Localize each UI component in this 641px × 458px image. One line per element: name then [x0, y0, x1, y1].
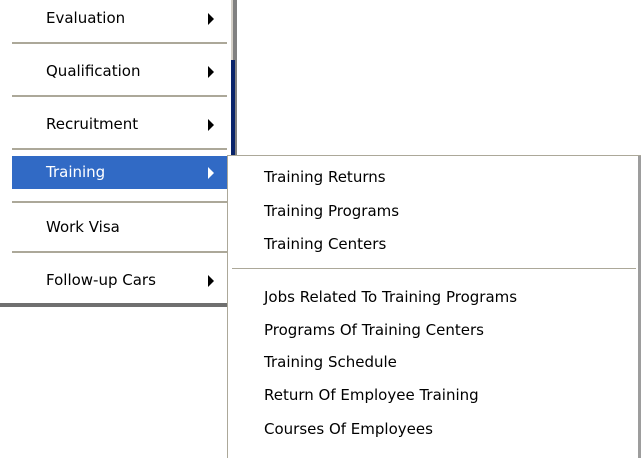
menu-item-label: Training: [46, 163, 106, 181]
chevron-right-icon: [208, 275, 214, 287]
chevron-right-icon: [208, 167, 214, 179]
menu-item-label: Evaluation: [46, 9, 126, 27]
chevron-right-icon: [208, 66, 214, 78]
menu-item-recruitment[interactable]: Recruitment: [12, 108, 227, 141]
submenu-item-label: Training Programs: [264, 202, 400, 220]
screen: Evaluation Qualification Recruitment Tra…: [0, 0, 641, 458]
submenu-item-training-returns[interactable]: Training Returns: [230, 163, 635, 192]
menu-item-label: Recruitment: [46, 115, 139, 133]
submenu-item-label: Courses Of Employees: [264, 420, 433, 438]
submenu-item-label: Jobs Related To Training Programs: [264, 288, 518, 306]
submenu-item-training-centers[interactable]: Training Centers: [230, 230, 635, 259]
submenu-item-jobs-related[interactable]: Jobs Related To Training Programs: [230, 283, 635, 312]
menu-item-label: Qualification: [46, 62, 141, 80]
menu-separator: [12, 201, 227, 204]
submenu-item-label: Training Returns: [264, 168, 386, 186]
menu-separator: [12, 148, 227, 151]
submenu-item-label: Training Schedule: [264, 353, 397, 371]
main-menu: Evaluation Qualification Recruitment Tra…: [0, 0, 237, 307]
submenu-item-label: Programs Of Training Centers: [264, 321, 484, 339]
menu-item-label: Work Visa: [46, 218, 120, 236]
submenu-item-programs-of-centers[interactable]: Programs Of Training Centers: [230, 316, 635, 345]
chevron-right-icon: [208, 119, 214, 131]
menu-separator: [12, 251, 227, 254]
menu-separator: [12, 42, 227, 45]
submenu-item-label: Training Centers: [264, 235, 387, 253]
menu-item-follow-up-cars[interactable]: Follow-up Cars: [12, 264, 227, 297]
menu-separator: [12, 95, 227, 98]
training-submenu: Training Returns Training Programs Train…: [227, 155, 641, 458]
menu-item-training[interactable]: Training: [12, 156, 227, 189]
menu-item-qualification[interactable]: Qualification: [12, 55, 227, 88]
menu-item-work-visa[interactable]: Work Visa: [12, 211, 227, 244]
submenu-item-return-employee-training[interactable]: Return Of Employee Training: [230, 381, 635, 410]
chevron-right-icon: [208, 13, 214, 25]
submenu-item-courses-of-employees[interactable]: Courses Of Employees: [230, 415, 635, 444]
submenu-item-label: Return Of Employee Training: [264, 386, 479, 404]
menu-item-evaluation[interactable]: Evaluation: [12, 2, 227, 35]
submenu-separator: [232, 268, 636, 270]
menu-item-label: Follow-up Cars: [46, 271, 156, 289]
menu-shadow-bottom: [0, 303, 237, 307]
submenu-item-training-programs[interactable]: Training Programs: [230, 197, 635, 226]
submenu-item-training-schedule[interactable]: Training Schedule: [230, 348, 635, 377]
